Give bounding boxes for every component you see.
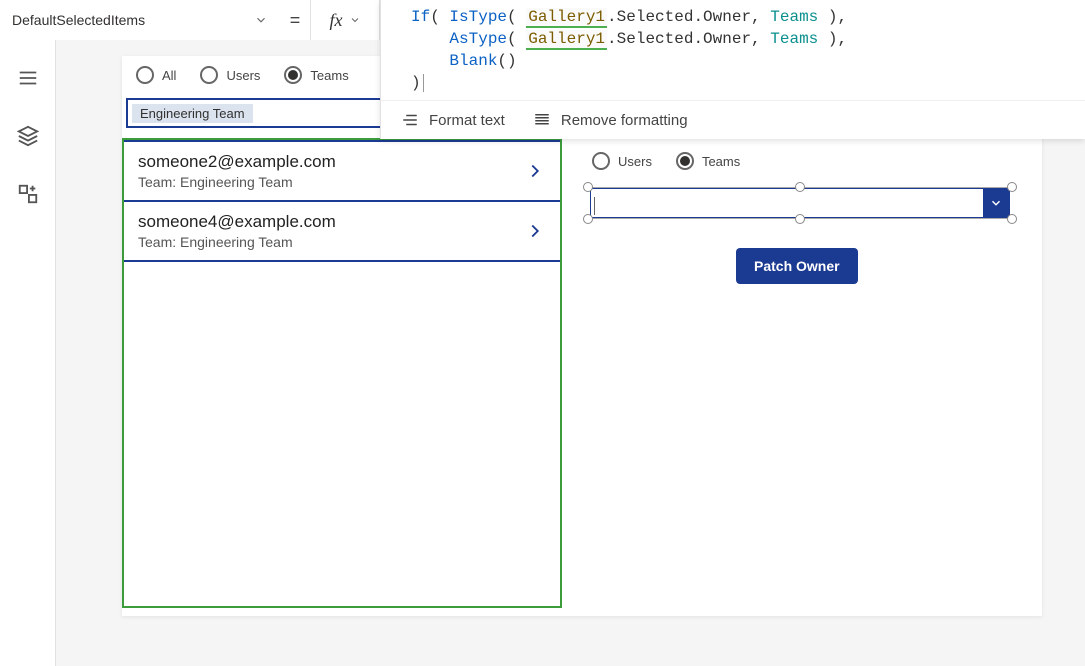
format-text-label: Format text — [429, 112, 505, 129]
formula-token: If — [411, 8, 430, 26]
property-name: DefaultSelectedItems — [12, 12, 145, 28]
format-icon — [401, 111, 419, 129]
left-filter-option-teams[interactable]: Teams — [284, 66, 354, 84]
radio-icon — [676, 152, 694, 170]
gallery-item-team: Team: Engineering Team — [138, 174, 336, 190]
chevron-right-icon — [524, 220, 546, 242]
radio-label: Teams — [702, 154, 740, 169]
formula-panel: If( IsType( Gallery1.Selected.Owner, Tea… — [380, 0, 1085, 139]
formula-token: Blank — [449, 52, 497, 70]
formula-editor[interactable]: If( IsType( Gallery1.Selected.Owner, Tea… — [381, 0, 1085, 100]
chevron-down-icon[interactable] — [983, 189, 1009, 217]
formula-cursor — [423, 74, 424, 92]
gallery-item-text: someone4@example.com Team: Engineering Te… — [138, 212, 336, 250]
formula-token: .Selected.Owner, — [607, 30, 770, 48]
formula-token: Gallery1 — [526, 8, 607, 28]
left-rail — [0, 40, 56, 666]
radio-icon — [592, 152, 610, 170]
formula-token: ( — [430, 8, 449, 26]
patch-owner-label: Patch Owner — [754, 258, 840, 274]
format-text-button[interactable]: Format text — [401, 111, 505, 129]
gallery-item-email: someone2@example.com — [138, 152, 336, 172]
formula-token: ( — [507, 30, 526, 48]
radio-icon — [284, 66, 302, 84]
radio-icon — [200, 66, 218, 84]
formula-token: ), — [828, 8, 847, 26]
resize-handle[interactable] — [583, 214, 593, 224]
patch-owner-button[interactable]: Patch Owner — [736, 248, 858, 284]
gallery-item-email: someone4@example.com — [138, 212, 336, 232]
formula-token: Teams — [770, 30, 828, 48]
equals-label: = — [280, 0, 310, 40]
resize-handle[interactable] — [795, 214, 805, 224]
radio-label: Teams — [310, 68, 348, 83]
formula-token: ( — [507, 8, 526, 26]
gallery-item[interactable]: someone4@example.com Team: Engineering Te… — [124, 200, 560, 262]
accounts-gallery: someone2@example.com Team: Engineering Te… — [122, 138, 562, 608]
gallery-item-team: Team: Engineering Team — [138, 234, 336, 250]
radio-icon — [136, 66, 154, 84]
formula-token: () — [497, 52, 516, 70]
radio-label: Users — [618, 154, 652, 169]
formula-token: AsType — [449, 30, 507, 48]
remove-format-icon — [533, 111, 551, 129]
gallery-item-text: someone2@example.com Team: Engineering Te… — [138, 152, 336, 190]
formula-token: IsType — [449, 8, 507, 26]
components-icon[interactable] — [16, 182, 40, 206]
radio-label: Users — [226, 68, 260, 83]
text-caret — [594, 197, 595, 215]
fx-icon: fx — [330, 10, 343, 31]
selected-combobox-control[interactable] — [580, 182, 1020, 224]
gallery-item[interactable]: someone2@example.com Team: Engineering Te… — [124, 140, 560, 202]
owner-type-filter-left: All Users Teams — [136, 66, 355, 84]
hamburger-icon[interactable] — [16, 66, 40, 90]
remove-formatting-button[interactable]: Remove formatting — [533, 111, 688, 129]
resize-handle[interactable] — [1007, 182, 1017, 192]
layers-icon[interactable] — [16, 124, 40, 148]
left-filter-option-users[interactable]: Users — [200, 66, 266, 84]
resize-handle[interactable] — [1007, 214, 1017, 224]
resize-handle[interactable] — [795, 182, 805, 192]
chevron-down-icon — [254, 13, 268, 27]
fx-button[interactable]: fx — [310, 0, 380, 40]
formula-actions: Format text Remove formatting — [381, 100, 1085, 139]
resize-handle[interactable] — [583, 182, 593, 192]
right-filter-option-teams[interactable]: Teams — [676, 152, 746, 170]
formula-token: ), — [828, 30, 847, 48]
formula-token: Gallery1 — [526, 30, 607, 50]
formula-token: Teams — [770, 8, 828, 26]
combo-selected-tag: Engineering Team — [132, 104, 253, 123]
owner-type-filter-right: Users Teams — [592, 152, 746, 170]
radio-label: All — [162, 68, 176, 83]
app-canvas: All Users Teams Engineering Team someone2@… — [122, 56, 1042, 616]
property-select[interactable]: DefaultSelectedItems — [0, 0, 280, 40]
chevron-right-icon — [524, 160, 546, 182]
chevron-down-icon — [349, 14, 361, 26]
remove-formatting-label: Remove formatting — [561, 112, 688, 129]
left-filter-option-all[interactable]: All — [136, 66, 182, 84]
formula-token: .Selected.Owner, — [607, 8, 770, 26]
right-filter-option-users[interactable]: Users — [592, 152, 658, 170]
formula-token: ) — [411, 74, 421, 92]
